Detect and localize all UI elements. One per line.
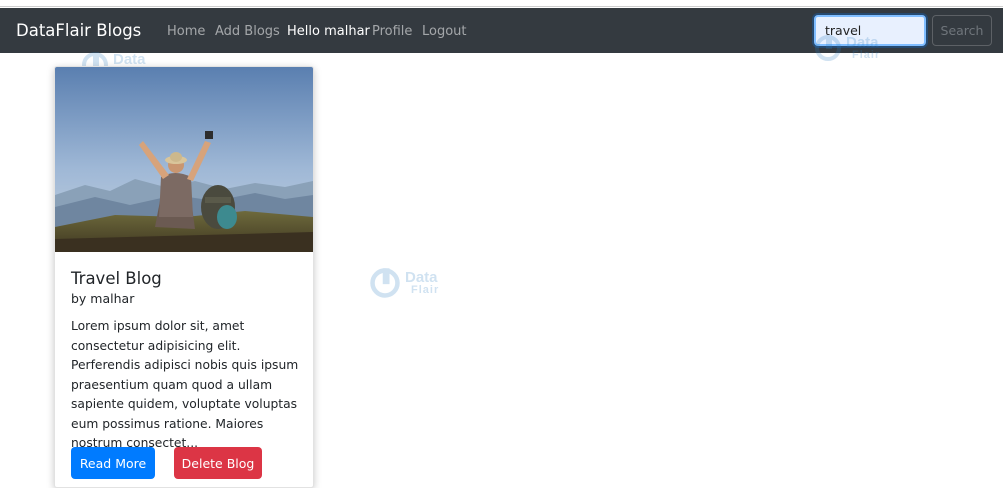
watermark-text-1: Data <box>405 269 438 286</box>
watermark-icon <box>370 268 400 298</box>
browser-edge <box>0 0 1003 7</box>
watermark-text-2: Flair <box>852 49 881 61</box>
card-excerpt: Lorem ipsum dolor sit, amet consectetur … <box>71 319 299 450</box>
brand-link[interactable]: DataFlair Blogs <box>16 20 141 42</box>
card-author: by malhar <box>71 291 135 306</box>
watermark-text-2: Flair <box>411 284 440 296</box>
blog-card: Travel Blog by malhar Lorem ipsum dolor … <box>54 66 314 488</box>
watermark-text-1: Data <box>113 51 146 68</box>
search-button[interactable]: Search <box>932 15 992 46</box>
nav-link-home[interactable]: Home <box>167 23 205 40</box>
watermark-text-1: Data <box>846 34 879 51</box>
nav-link-logout[interactable]: Logout <box>422 23 467 40</box>
watermark-logo: Data Flair <box>368 266 439 300</box>
nav-link-user-greeting[interactable]: Hello malhar <box>287 23 370 40</box>
delete-blog-button[interactable]: Delete Blog <box>174 447 262 479</box>
watermark-logo: Data Flair <box>813 33 880 63</box>
nav-link-add-blogs[interactable]: Add Blogs <box>215 23 280 40</box>
watermark-icon <box>815 35 841 61</box>
nav-link-profile[interactable]: Profile <box>372 23 412 40</box>
read-more-button[interactable]: Read More <box>71 447 155 479</box>
traveler-photo-icon <box>55 67 313 252</box>
card-title: Travel Blog <box>71 269 162 288</box>
